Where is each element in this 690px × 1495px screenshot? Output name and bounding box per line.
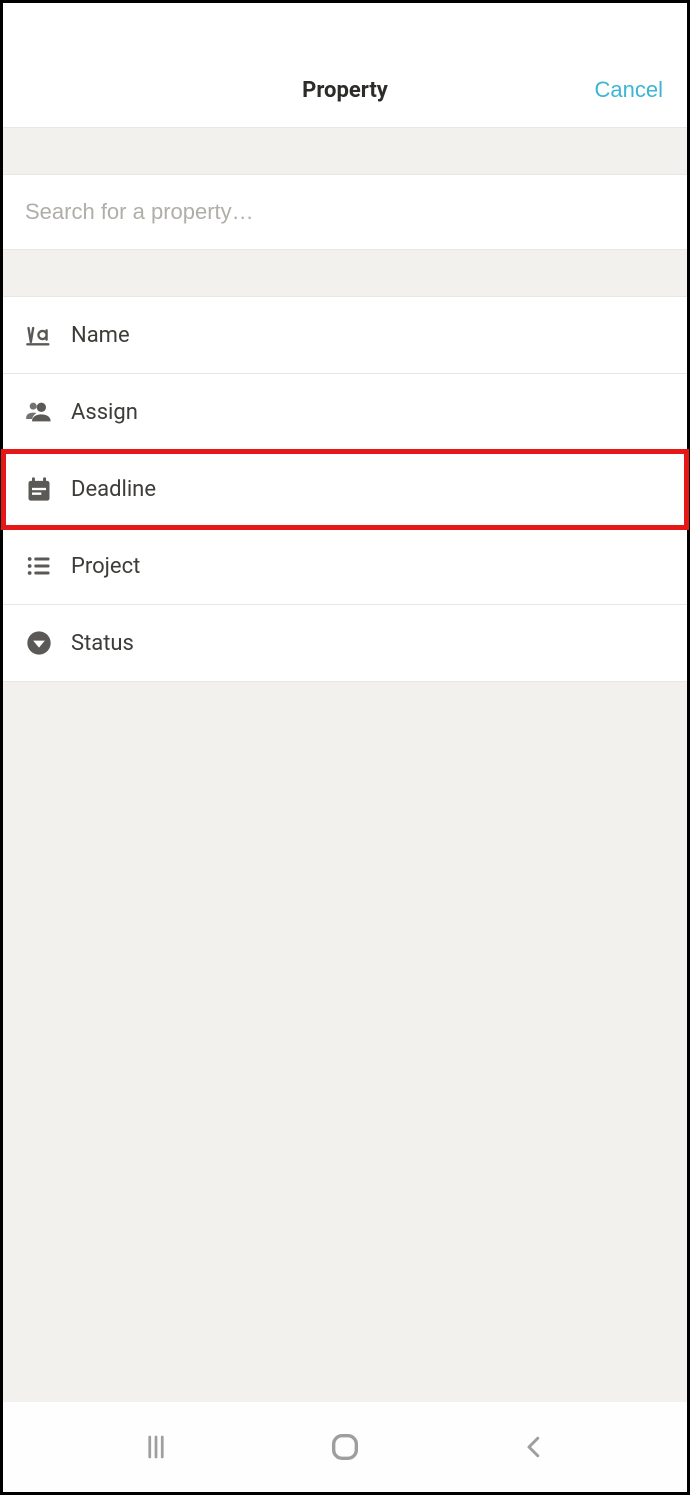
spacer bbox=[3, 128, 687, 174]
recents-icon[interactable] bbox=[141, 1432, 171, 1462]
text-icon bbox=[25, 321, 53, 349]
property-label: Assign bbox=[71, 400, 138, 425]
calendar-icon bbox=[25, 475, 53, 503]
dropdown-icon bbox=[25, 629, 53, 657]
back-icon[interactable] bbox=[519, 1432, 549, 1462]
property-item-name[interactable]: Name bbox=[3, 297, 687, 374]
property-label: Name bbox=[71, 323, 130, 348]
android-nav-bar bbox=[3, 1402, 687, 1492]
property-item-deadline[interactable]: Deadline bbox=[3, 451, 687, 528]
search-input[interactable] bbox=[25, 199, 665, 225]
page-title: Property bbox=[302, 78, 388, 103]
property-label: Status bbox=[71, 631, 134, 656]
property-list: Name Assign Deadline bbox=[3, 296, 687, 682]
header: Property Cancel bbox=[3, 3, 687, 128]
property-item-project[interactable]: Project bbox=[3, 528, 687, 605]
property-label: Deadline bbox=[71, 477, 156, 502]
spacer bbox=[3, 250, 687, 296]
property-label: Project bbox=[71, 554, 140, 579]
list-icon bbox=[25, 552, 53, 580]
search-row[interactable] bbox=[3, 174, 687, 250]
property-item-assign[interactable]: Assign bbox=[3, 374, 687, 451]
cancel-button[interactable]: Cancel bbox=[595, 77, 663, 103]
home-icon[interactable] bbox=[328, 1430, 362, 1464]
people-icon bbox=[25, 398, 53, 426]
property-item-status[interactable]: Status bbox=[3, 605, 687, 682]
